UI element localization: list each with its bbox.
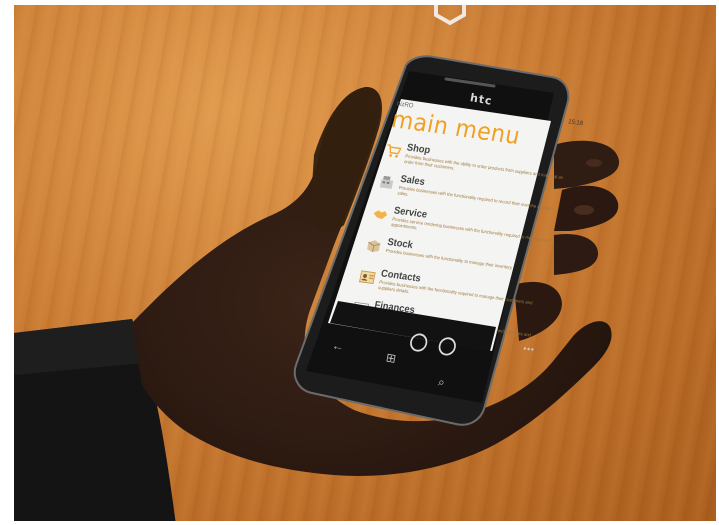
photo-background: htc bizRO 15:18 main menu Shop Provides …: [14, 5, 716, 521]
thumb: [310, 87, 382, 232]
photo-frame: htc bizRO 15:18 main menu Shop Provides …: [0, 0, 719, 525]
